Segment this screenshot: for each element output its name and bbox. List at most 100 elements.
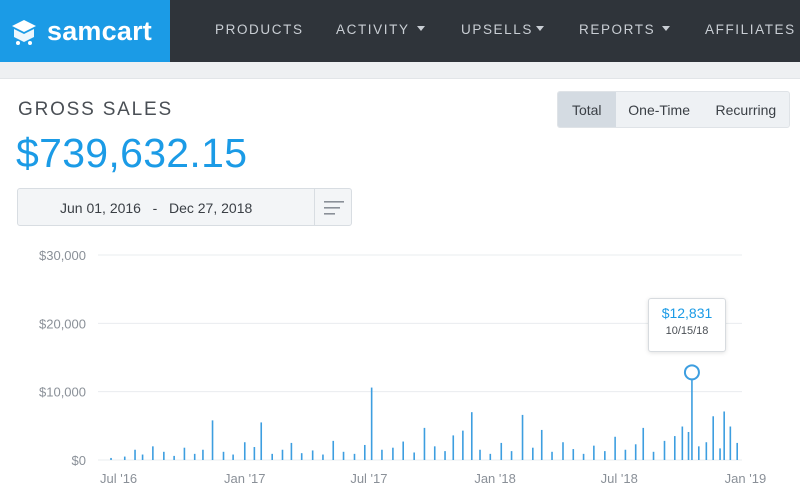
sales-bar — [462, 430, 464, 460]
gross-sales-chart: $30,000 $20,000 $10,000 $0 Jul '16 Jan '17 Jul… — [39, 248, 767, 486]
sales-bar — [489, 453, 492, 460]
sales-bar — [562, 442, 564, 460]
x-tick-label: Jul '17 — [350, 471, 387, 486]
nav-affiliates[interactable]: AFFILIATES — [705, 22, 796, 37]
sales-bar — [614, 436, 616, 460]
sales-bar — [392, 447, 394, 460]
sales-bar — [624, 449, 627, 460]
sales-bar — [402, 441, 404, 460]
brand-logo[interactable]: samcart — [0, 0, 170, 62]
nav-reports[interactable]: REPORTS — [579, 22, 671, 37]
sales-bar — [363, 444, 366, 460]
sales-bar — [593, 445, 595, 460]
sales-bar — [642, 427, 645, 460]
sales-bar — [211, 420, 214, 460]
y-tick-label: $0 — [72, 453, 86, 468]
x-tick-label: Jan '18 — [474, 471, 516, 486]
sales-bar — [719, 448, 721, 460]
sales-bar — [433, 446, 436, 460]
date-range-picker[interactable]: Jun 01, 2016 - Dec 27, 2018 — [17, 188, 352, 226]
sales-bar — [243, 442, 246, 460]
nav-affiliates-label: AFFILIATES — [705, 22, 796, 37]
y-tick-label: $10,000 — [39, 385, 86, 400]
sales-bar — [381, 449, 383, 460]
highlight-marker — [683, 364, 700, 381]
sales-bar — [510, 451, 513, 460]
toggle-total-button[interactable]: Total — [558, 92, 616, 127]
x-tick-label: Jan '19 — [725, 471, 767, 486]
sales-bar — [260, 422, 263, 460]
sales-bar — [271, 453, 274, 460]
sales-bar — [232, 454, 234, 460]
sales-bar — [311, 450, 314, 460]
sales-bar — [322, 454, 324, 460]
sales-bar — [723, 411, 725, 460]
sales-bar — [413, 452, 415, 460]
sales-bar — [470, 412, 473, 460]
sales-bar — [342, 451, 345, 460]
gross-sales-total: $739,632.15 — [16, 130, 248, 176]
sales-bar — [551, 451, 553, 460]
sales-bar — [141, 454, 144, 460]
tooltip-date: 10/15/18 — [665, 325, 709, 337]
sales-bar — [134, 449, 136, 460]
sales-bar — [532, 447, 534, 460]
sales-bar — [452, 435, 455, 460]
sales-bar — [604, 451, 606, 460]
sales-bar — [370, 387, 373, 460]
sales-bar — [705, 442, 708, 460]
sales-bar — [152, 446, 154, 460]
sales-bar — [712, 416, 714, 460]
sales-bar — [202, 449, 204, 460]
sales-bar — [540, 429, 543, 460]
sales-bar — [183, 447, 186, 460]
nav-upsells[interactable]: UPSELLS — [461, 22, 544, 37]
cart-logo-icon — [12, 20, 36, 45]
toggle-one-time-button[interactable]: One-Time — [616, 92, 703, 127]
sales-bar — [290, 442, 293, 460]
x-tick-label: Jul '16 — [100, 471, 137, 486]
sales-bar — [479, 449, 481, 460]
chevron-down-icon — [662, 25, 671, 31]
sales-bar — [500, 442, 503, 460]
date-end: Dec 27, 2018 — [168, 200, 253, 216]
nav-products-label: PRODUCTS — [215, 22, 304, 37]
sales-bar — [173, 455, 175, 460]
toggle-recurring-button[interactable]: Recurring — [703, 92, 789, 127]
sales-bar — [193, 453, 196, 460]
sales-bar — [123, 456, 126, 460]
sales-bar — [253, 447, 256, 460]
sales-bar — [652, 451, 655, 460]
sales-bar — [729, 426, 732, 460]
sales-bar — [697, 446, 700, 460]
sales-bar — [582, 453, 585, 460]
sales-bar — [663, 440, 666, 460]
nav-upsells-label: UPSELLS — [461, 22, 533, 37]
sales-bar — [163, 451, 165, 460]
sales-bar — [634, 444, 637, 460]
brand-name: samcart — [47, 15, 152, 46]
sales-bar — [673, 436, 676, 460]
sales-bar — [110, 457, 112, 460]
nav-products[interactable]: PRODUCTS — [215, 22, 304, 37]
tooltip-value: $12,831 — [661, 305, 713, 321]
main-nav: PRODUCTS ACTIVITY UPSELLS REPORTS AFFILI… — [170, 0, 800, 62]
chevron-down-icon — [535, 25, 544, 31]
sales-bar — [681, 426, 684, 460]
sales-type-toggle: Total One-Time Recurring — [557, 91, 790, 128]
sales-bar — [572, 449, 575, 460]
sales-bar — [691, 372, 693, 460]
sales-bar — [222, 451, 225, 460]
sales-bar — [353, 453, 356, 460]
sub-header-strip — [0, 62, 800, 79]
sales-bar — [423, 427, 426, 460]
sales-bar — [444, 451, 446, 460]
nav-activity[interactable]: ACTIVITY — [336, 22, 425, 37]
y-tick-label: $20,000 — [39, 316, 86, 331]
nav-reports-label: REPORTS — [579, 22, 656, 37]
filter-lines-icon[interactable] — [323, 199, 345, 217]
x-tick-label: Jul '18 — [601, 471, 638, 486]
date-divider — [314, 189, 315, 225]
date-separator: - — [152, 200, 158, 216]
date-start: Jun 01, 2016 — [60, 200, 141, 216]
